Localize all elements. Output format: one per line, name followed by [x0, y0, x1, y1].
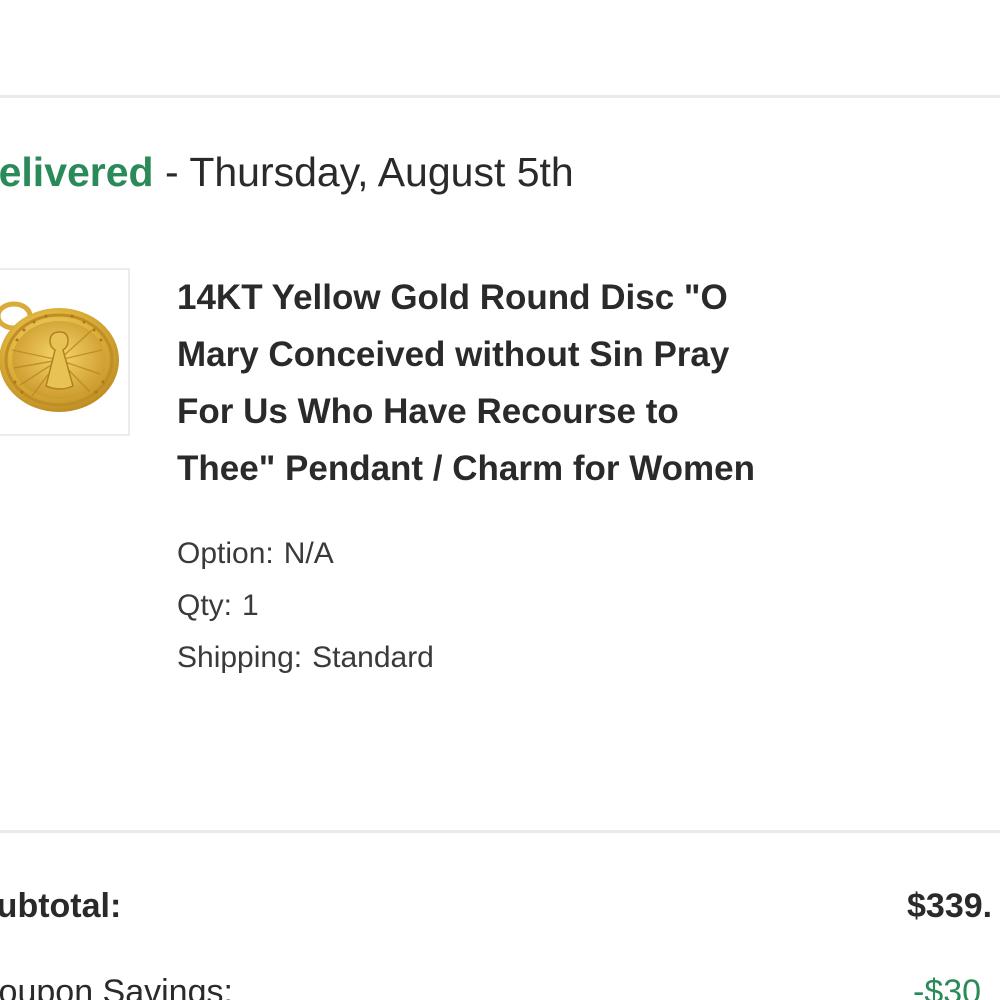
subtotal-label: Subtotal:	[0, 887, 122, 925]
product-thumbnail[interactable]	[0, 268, 130, 436]
option-label: Option:	[177, 537, 274, 570]
subtotal-row: Subtotal: $339.	[0, 880, 1000, 932]
delivery-status: Delivered - Thursday, August 5th	[0, 146, 574, 198]
product-title[interactable]: 14KT Yellow Gold Round Disc "O Mary Conc…	[177, 269, 877, 497]
subtotal-value: $339.	[907, 887, 993, 925]
status-separator: -	[153, 149, 190, 195]
shipping-label: Shipping:	[177, 641, 303, 674]
option-value: N/A	[283, 537, 334, 570]
delivery-date: Thursday, August 5th	[189, 149, 574, 195]
coupon-savings-label: Coupon Savings:	[0, 973, 233, 1000]
shipping-value: Standard	[312, 641, 434, 674]
qty-value: 1	[242, 589, 259, 622]
order-detail-page: Delivered - Thursday, August 5th	[0, 0, 1000, 1000]
qty-row: Qty: 1	[177, 580, 434, 632]
gold-medallion-pendant-icon	[0, 301, 119, 412]
divider	[0, 95, 1000, 98]
option-row: Option: N/A	[177, 528, 434, 580]
qty-label: Qty:	[177, 589, 233, 622]
coupon-savings-row: Coupon Savings: -$30	[0, 966, 1000, 1000]
shipping-row: Shipping: Standard	[177, 632, 434, 684]
item-details: Option: N/A Qty: 1 Shipping: Standard	[177, 528, 434, 684]
divider	[0, 830, 1000, 833]
coupon-savings-value: -$30	[913, 973, 982, 1000]
status-label: Delivered	[0, 149, 154, 195]
